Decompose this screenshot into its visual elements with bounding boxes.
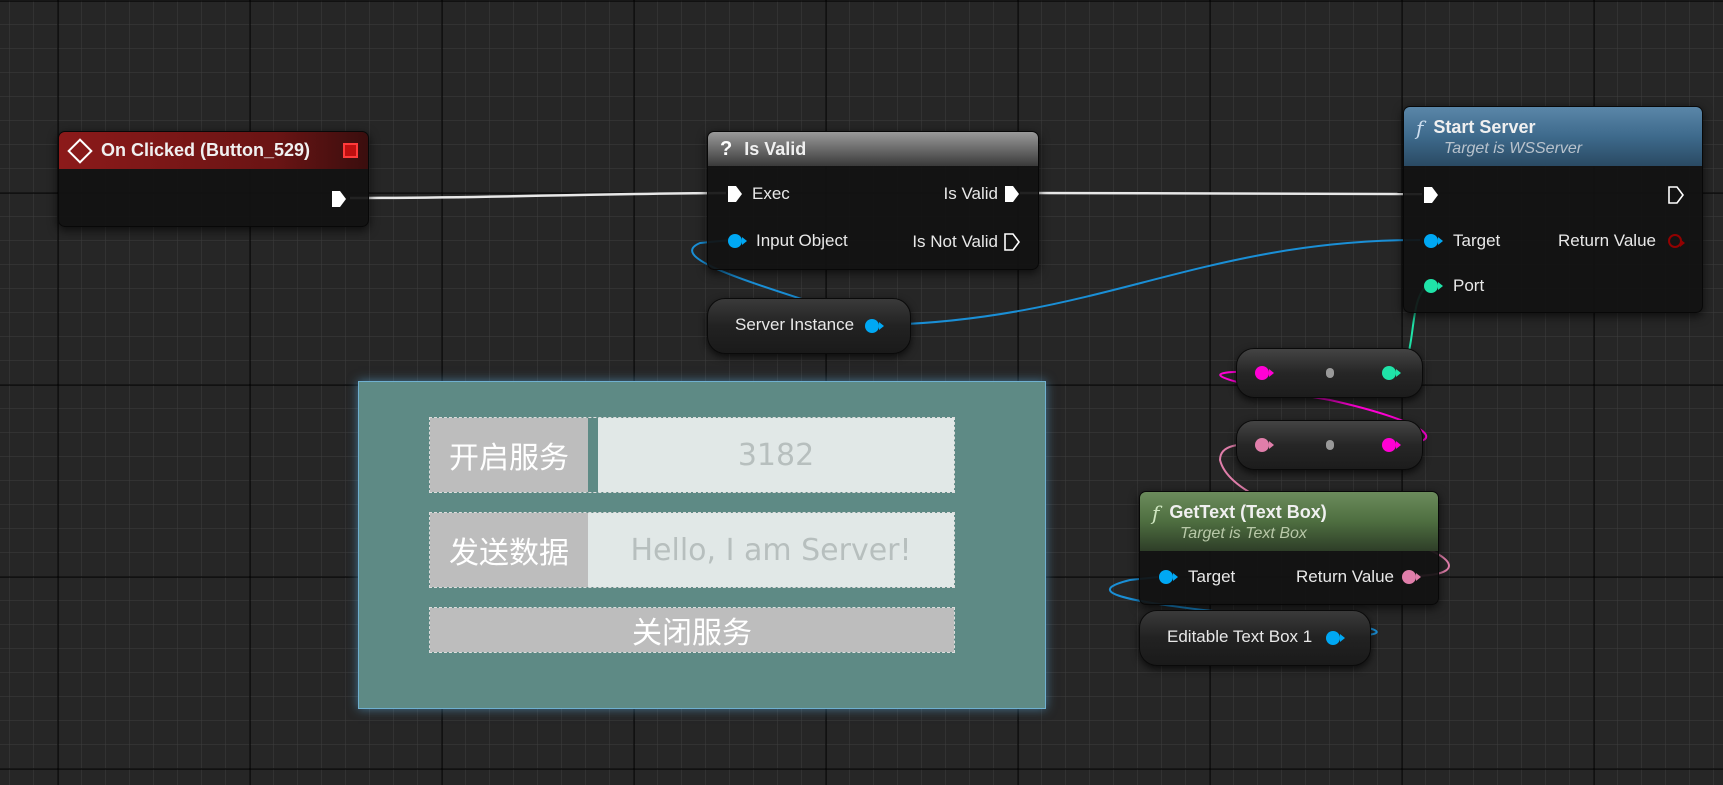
start-server-return-pin[interactable] [1668,234,1685,248]
start-server-header: f Start Server Target is WSServer [1404,107,1702,166]
event-diamond-icon [67,137,93,164]
reroute1-out-pin[interactable] [1382,366,1401,380]
close-row: 关闭服务 [429,607,955,653]
start-server-node[interactable]: f Start Server Target is WSServer Target… [1403,106,1703,313]
input-object-pin-label: Input Object [756,231,848,250]
exec-wire-isvalid-startserver [1019,191,1423,196]
widget-preview-panel[interactable]: 开启服务 3182 发送数据 Hello, I am Server! 关闭服务 [358,381,1046,709]
get-text-return-label: Return Value [1296,567,1394,586]
server-instance-label: Server Instance [735,315,855,334]
get-text-target-pin[interactable] [1159,570,1178,584]
start-server-target-pin[interactable] [1424,234,1443,248]
send-row: 发送数据 Hello, I am Server! [429,512,955,588]
reroute-node-text-string[interactable] [1236,420,1423,470]
start-service-button[interactable]: 开启服务 [430,418,588,492]
send-data-button[interactable]: 发送数据 [430,513,588,587]
editable-text-box-label: Editable Text Box 1 [1167,627,1313,646]
get-text-return-pin[interactable] [1402,570,1421,584]
start-server-return-label: Return Value [1558,231,1656,250]
question-mark-icon: ? [720,137,733,160]
pure-function-f-icon: f [1152,500,1160,525]
reroute2-out-pin[interactable] [1382,438,1401,452]
start-server-target-label: Target [1453,231,1501,250]
editable-text-box-out-pin[interactable] [1326,631,1345,645]
input-object-pin[interactable] [728,234,747,248]
exec-out-pin[interactable] [331,190,347,208]
get-text-header: f GetText (Text Box) Target is Text Box [1140,492,1438,551]
reroute2-in-pin[interactable] [1255,438,1274,452]
editable-text-box-variable-node[interactable]: Editable Text Box 1 [1139,610,1371,666]
is-valid-header: ? Is Valid [708,132,1038,166]
start-server-exec-out-pin[interactable] [1668,186,1684,204]
is-valid-title: Is Valid [744,138,807,159]
is-valid-node[interactable]: ? Is Valid Exec Is Valid Input Object Is… [707,131,1039,270]
start-server-subtitle: Target is WSServer [1444,139,1583,157]
is-not-valid-pin-label: Is Not Valid [912,232,998,251]
is-valid-pin-label: Is Valid [943,184,999,203]
exec-wire-onclicked-isvalid [349,191,727,200]
server-instance-out-pin[interactable] [865,319,884,333]
reroute1-in-pin[interactable] [1255,366,1274,380]
start-server-title: Start Server [1433,117,1536,137]
server-instance-variable-node[interactable]: Server Instance [707,298,911,354]
get-text-title: GetText (Text Box) [1169,502,1327,522]
is-valid-exec-out-pin[interactable] [1004,185,1020,203]
close-service-button[interactable]: 关闭服务 [430,608,954,652]
exec-in-pin[interactable] [727,185,743,203]
start-server-port-pin[interactable] [1424,279,1443,293]
reroute1-center-dot [1326,368,1334,378]
exec-pin-label: Exec [752,184,790,203]
port-input[interactable]: 3182 [598,418,954,492]
is-not-valid-exec-out-pin[interactable] [1004,233,1020,251]
on-clicked-title: On Clicked (Button_529) [101,140,311,160]
reroute-node-int-string[interactable] [1236,348,1423,398]
message-input[interactable]: Hello, I am Server! [588,513,954,587]
get-text-node[interactable]: f GetText (Text Box) Target is Text Box … [1139,491,1439,605]
start-server-port-label: Port [1453,276,1485,295]
on-clicked-event-node[interactable]: On Clicked (Button_529) [58,131,369,227]
delegate-square-icon[interactable] [343,143,358,158]
start-row: 开启服务 3182 [429,417,955,493]
reroute2-center-dot [1326,440,1334,450]
start-server-exec-in-pin[interactable] [1423,186,1439,204]
get-text-target-label: Target [1188,567,1236,586]
function-f-icon: f [1416,115,1424,140]
get-text-subtitle: Target is Text Box [1180,524,1307,542]
on-clicked-header: On Clicked (Button_529) [59,132,368,169]
